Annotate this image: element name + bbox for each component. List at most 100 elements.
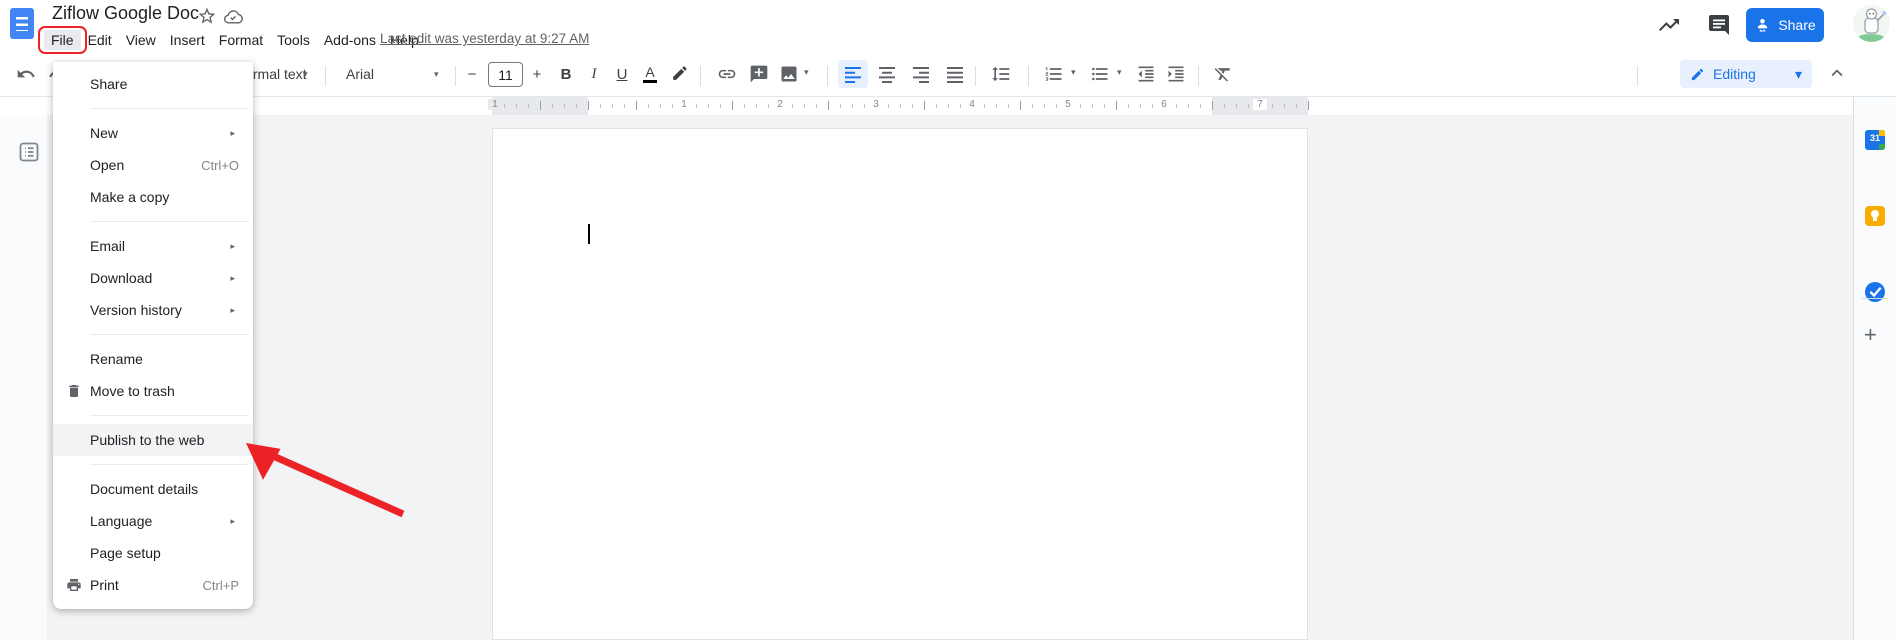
decrease-font-size-button[interactable]: − [461,60,483,88]
tasks-icon[interactable] [1865,282,1885,302]
hide-menus-button[interactable] [1826,62,1850,86]
align-center-button[interactable] [872,60,902,88]
editing-mode-label: Editing [1713,66,1756,82]
line-spacing-icon [992,66,1010,82]
submenu-arrow-icon: ▸ [230,127,235,138]
show-outline-button[interactable] [17,140,43,166]
menubar: File Edit View Insert Format Tools Add-o… [38,26,426,54]
font-family-dropdown[interactable]: Arial ▾ [338,60,448,88]
ruler[interactable]: 1 1 2 3 4 5 6 7 [0,96,1853,115]
increase-indent-button[interactable] [1162,60,1190,88]
menu-item-version-history[interactable]: Version history ▸ [53,294,253,326]
align-center-icon [879,67,895,83]
decrease-indent-button[interactable] [1132,60,1160,88]
menu-item-open[interactable]: Open Ctrl+O [53,149,253,181]
add-comment-icon [750,65,768,83]
minus-icon: − [467,65,477,83]
align-right-icon [913,67,929,83]
line-spacing-button[interactable] [986,60,1016,88]
menu-format[interactable]: Format [212,30,270,50]
add-comment-button[interactable] [744,60,774,88]
toolbar-divider [1637,66,1638,86]
toolbar-divider [975,66,976,86]
menu-item-make-a-copy[interactable]: Make a copy [53,181,253,213]
align-left-button[interactable] [838,60,868,88]
align-right-button[interactable] [906,60,936,88]
menu-view[interactable]: View [119,30,163,50]
chevron-down-icon: ▾ [303,68,308,79]
font-size-input[interactable]: 11 [488,62,523,87]
ruler-number: 6 [1157,99,1171,110]
menu-item-publish-to-the-web[interactable]: Publish to the web [53,424,253,456]
share-button[interactable]: Share [1746,8,1824,42]
menu-separator [90,108,249,109]
underline-button[interactable]: U [609,60,635,88]
add-addon-button[interactable]: + [1864,324,1877,346]
menu-item-language[interactable]: Language ▸ [53,505,253,537]
menu-item-share[interactable]: Share [53,68,253,100]
print-icon [66,577,82,593]
toolbar-divider [1028,66,1029,86]
star-icon[interactable] [197,6,217,26]
google-docs-icon[interactable] [10,8,34,39]
menu-item-print[interactable]: Print Ctrl+P [53,569,253,601]
clear-formatting-button[interactable] [1208,60,1238,88]
menu-item-document-details[interactable]: Document details [53,473,253,505]
user-avatar[interactable] [1853,5,1890,42]
editing-mode-dropdown[interactable]: Editing ▾ [1680,60,1812,88]
submenu-arrow-icon: ▸ [230,304,235,315]
menu-addons[interactable]: Add-ons [317,30,383,50]
toolbar-divider [455,66,456,86]
justify-icon [947,67,963,83]
menu-item-rename[interactable]: Rename [53,343,253,375]
menu-insert[interactable]: Insert [163,30,212,50]
chevron-down-icon[interactable]: ▾ [1117,67,1122,78]
submenu-arrow-icon: ▸ [230,515,235,526]
ruler-number: 2 [773,99,787,110]
docs-icon-lines [16,17,28,31]
calendar-icon[interactable]: 31 [1865,130,1885,150]
text-color-icon: A [643,65,657,84]
menu-tools[interactable]: Tools [270,30,317,50]
menu-file[interactable]: File [38,26,87,54]
increase-font-size-button[interactable]: + [526,60,548,88]
chevron-down-icon[interactable]: ▾ [1071,67,1076,78]
bulleted-list-button[interactable] [1086,60,1114,88]
menu-item-move-to-trash[interactable]: Move to trash [53,375,253,407]
numbered-list-button[interactable] [1040,60,1068,88]
comments-icon[interactable] [1707,13,1731,37]
menu-separator [90,221,249,222]
chevron-down-icon[interactable]: ▾ [804,67,809,78]
keep-icon[interactable] [1865,206,1885,226]
toolbar-divider [700,66,701,86]
justify-button[interactable] [940,60,970,88]
toolbar-divider [325,66,326,86]
insert-link-button[interactable] [712,60,742,88]
ruler-number: 5 [1061,99,1075,110]
insert-image-button[interactable] [776,60,802,88]
menu-item-new[interactable]: New ▸ [53,117,253,149]
document-stats-icon[interactable] [1657,13,1681,37]
undo-button[interactable] [12,60,40,88]
underline-icon: U [616,65,628,83]
menu-item-download[interactable]: Download ▸ [53,262,253,294]
document-title[interactable]: Ziflow Google Doc [52,3,199,24]
document-page[interactable] [492,128,1308,640]
bold-button[interactable]: B [553,60,579,88]
cloud-saved-icon[interactable] [223,7,243,27]
clear-formatting-icon [1214,68,1230,82]
ruler-number: 3 [869,99,883,110]
share-lock-icon [1758,18,1768,31]
italic-button[interactable]: I [581,60,607,88]
menu-edit[interactable]: Edit [81,30,119,50]
undo-icon [17,69,35,78]
text-color-button[interactable]: A [637,60,663,88]
decrease-indent-icon [1138,66,1154,82]
ruler-ticks [492,96,1309,115]
file-menu-dropdown: Share New ▸ Open Ctrl+O Make a copy Email ▸… [53,62,253,609]
menu-separator [90,334,249,335]
highlight-color-button[interactable] [665,60,693,88]
menu-item-email[interactable]: Email ▸ [53,230,253,262]
last-edit-link[interactable]: Last edit was yesterday at 9:27 AM [380,31,589,46]
menu-item-page-setup[interactable]: Page setup [53,537,253,569]
